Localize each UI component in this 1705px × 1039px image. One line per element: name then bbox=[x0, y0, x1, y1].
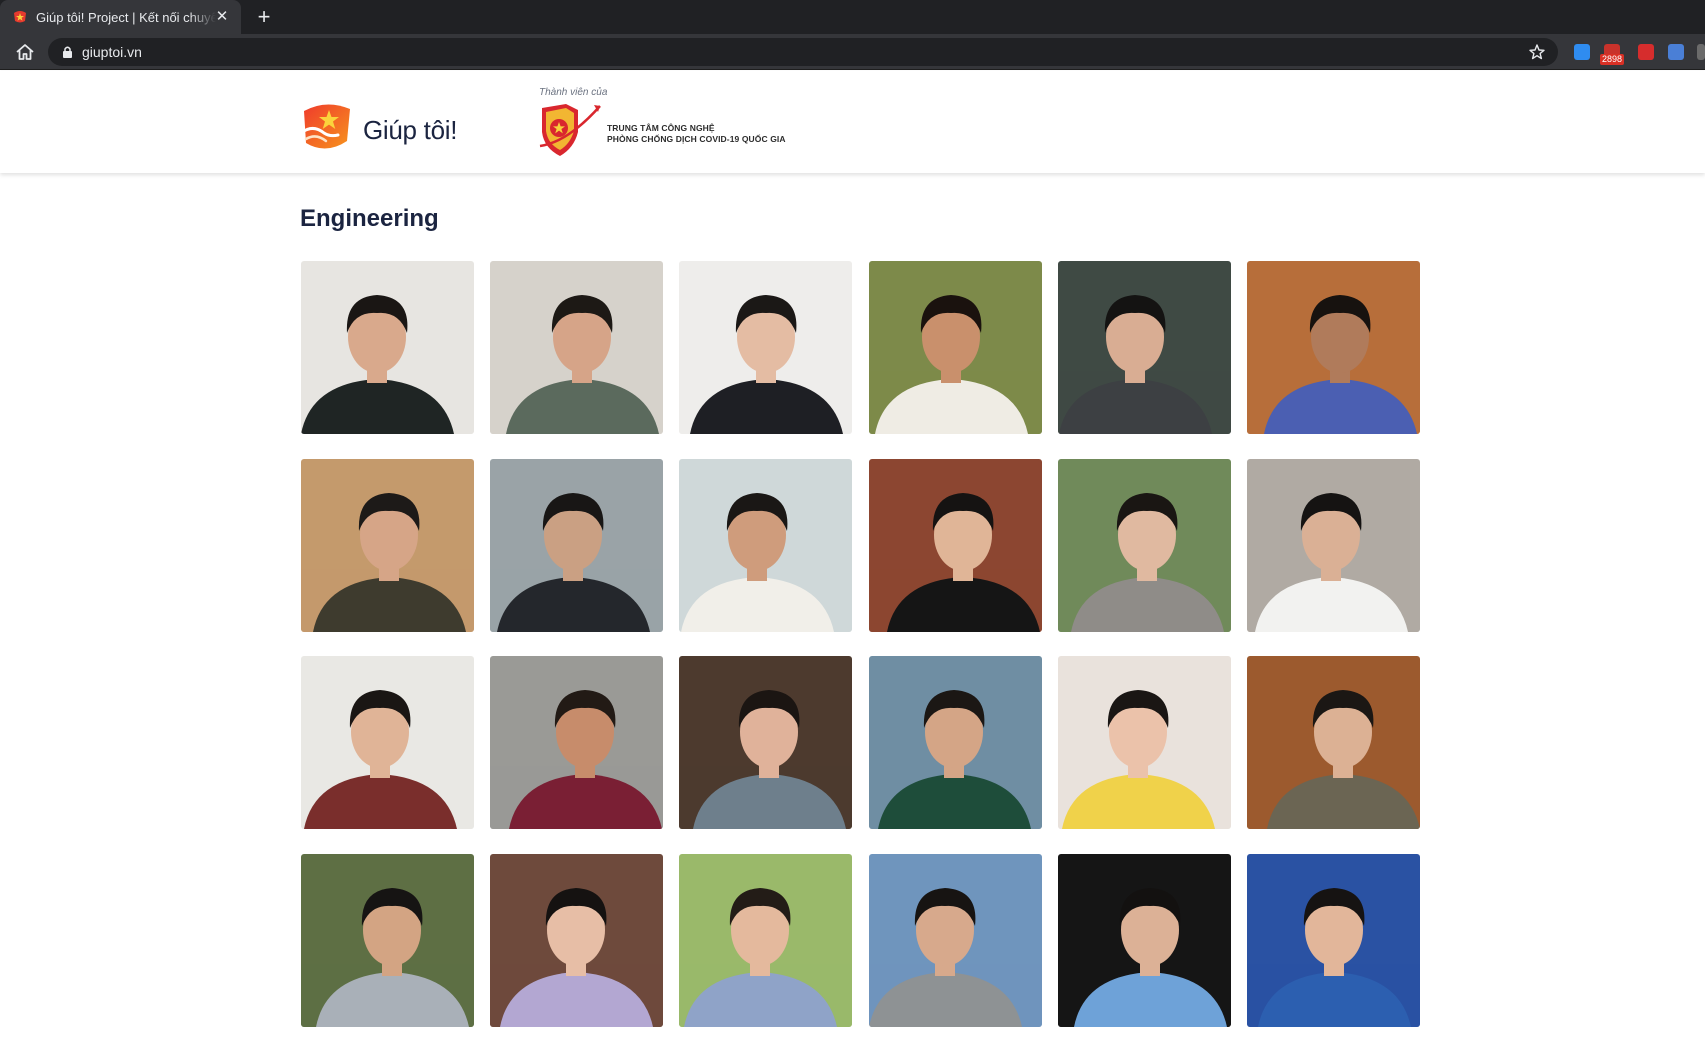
team-member-photo[interactable] bbox=[301, 458, 474, 632]
team-member-photo[interactable] bbox=[301, 853, 474, 1027]
browser-toolbar: giuptoi.vn 2898 bbox=[0, 34, 1705, 70]
browser-tab-bar: Giúp tôi! Project | Kết nối chuyên gia ✕… bbox=[0, 0, 1705, 34]
member-label: Thành viên của bbox=[539, 87, 608, 98]
bookmark-star-icon[interactable] bbox=[1528, 43, 1546, 61]
team-member-photo[interactable] bbox=[679, 853, 853, 1027]
home-icon[interactable] bbox=[14, 41, 36, 63]
site-favicon-icon bbox=[12, 9, 28, 25]
team-member-photo[interactable] bbox=[679, 656, 853, 829]
team-member-photo[interactable] bbox=[1246, 656, 1420, 829]
team-member-photo[interactable] bbox=[868, 261, 1042, 434]
covid-center-shield-icon[interactable] bbox=[538, 102, 602, 158]
extension-translate-icon[interactable] bbox=[1668, 44, 1684, 60]
close-tab-icon[interactable]: ✕ bbox=[213, 8, 231, 26]
team-photo-grid bbox=[301, 261, 1421, 1027]
team-member-photo[interactable] bbox=[490, 458, 664, 632]
new-tab-icon[interactable]: + bbox=[252, 5, 276, 29]
section-title: Engineering bbox=[300, 205, 439, 232]
team-member-photo[interactable] bbox=[490, 261, 664, 434]
extension-lastpass-icon[interactable] bbox=[1638, 44, 1654, 60]
team-member-photo[interactable] bbox=[1246, 458, 1420, 632]
team-member-photo[interactable] bbox=[301, 656, 474, 829]
partner-name-line1: TRUNG TÂM CÔNG NGHỆ bbox=[607, 123, 715, 133]
team-member-photo[interactable] bbox=[1057, 853, 1231, 1027]
team-member-photo[interactable] bbox=[1057, 458, 1231, 632]
team-member-photo[interactable] bbox=[1057, 656, 1231, 829]
team-member-photo[interactable] bbox=[1246, 261, 1420, 434]
lock-icon bbox=[62, 45, 73, 59]
team-member-photo[interactable] bbox=[490, 656, 664, 829]
team-member-photo[interactable] bbox=[868, 853, 1042, 1027]
tab-title: Giúp tôi! Project | Kết nối chuyên gia bbox=[36, 9, 216, 25]
team-member-photo[interactable] bbox=[1057, 261, 1231, 434]
partner-name-line2: PHÒNG CHỐNG DỊCH COVID-19 QUỐC GIA bbox=[607, 134, 786, 144]
browser-tab[interactable]: Giúp tôi! Project | Kết nối chuyên gia ✕ bbox=[0, 0, 241, 34]
partner-name: TRUNG TÂM CÔNG NGHỆ PHÒNG CHỐNG DỊCH COV… bbox=[607, 123, 786, 145]
address-bar[interactable]: giuptoi.vn bbox=[48, 38, 1558, 66]
team-member-photo[interactable] bbox=[868, 656, 1042, 829]
team-member-photo[interactable] bbox=[679, 458, 853, 632]
extension-badge: 2898 bbox=[1600, 54, 1625, 65]
extension-more-icon[interactable] bbox=[1697, 44, 1705, 60]
giup-toi-logo-icon[interactable] bbox=[300, 101, 354, 153]
team-member-photo[interactable] bbox=[490, 853, 664, 1027]
logo-text[interactable]: Giúp tôi! bbox=[363, 115, 457, 146]
url-text: giuptoi.vn bbox=[82, 44, 142, 60]
team-member-photo[interactable] bbox=[1246, 853, 1420, 1027]
team-member-photo[interactable] bbox=[679, 261, 853, 434]
extension-plus-icon[interactable] bbox=[1574, 44, 1590, 60]
site-header: Giúp tôi! Thành viên của TRUNG TÂM CÔNG … bbox=[0, 71, 1705, 173]
team-member-photo[interactable] bbox=[301, 261, 474, 434]
team-member-photo[interactable] bbox=[868, 458, 1042, 632]
